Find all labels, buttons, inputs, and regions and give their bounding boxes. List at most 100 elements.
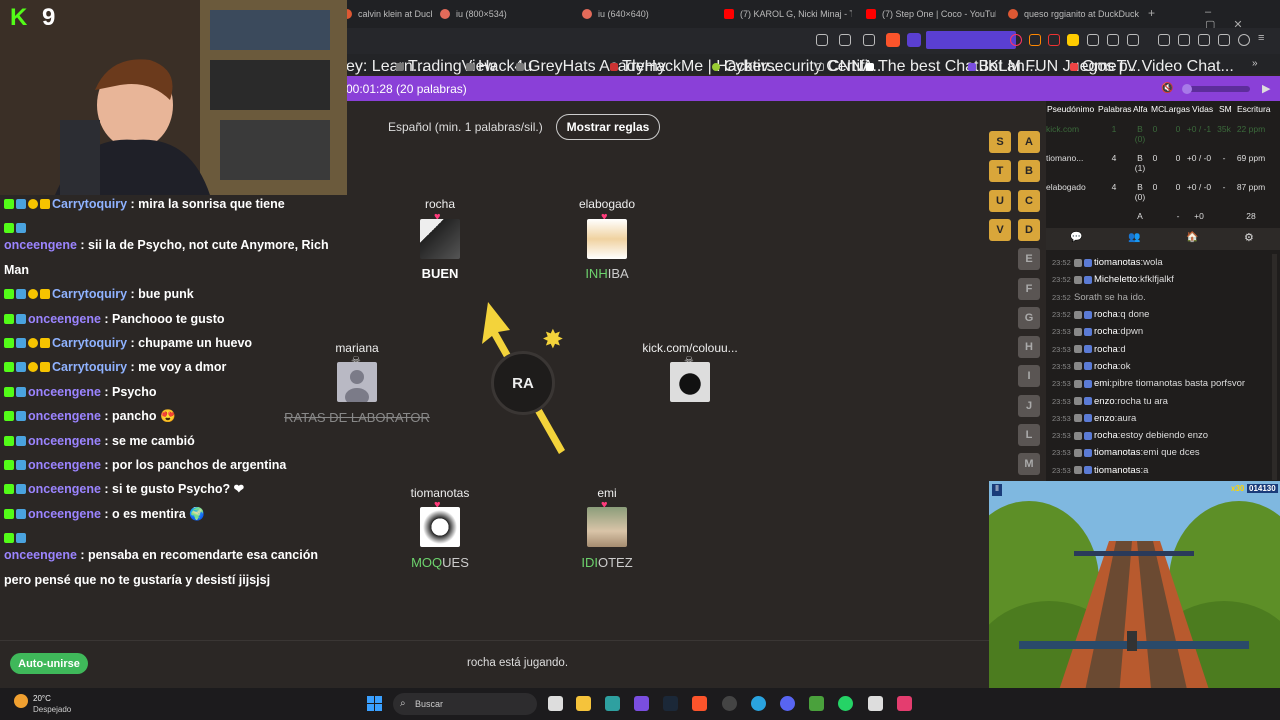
media-icon[interactable] [1158,34,1170,46]
players-tab-icon[interactable]: 👥 [1128,232,1140,243]
settings-tab-icon[interactable]: ⚙ [1244,231,1254,244]
stream-chat-user[interactable]: onceengene [4,238,77,252]
chat-user[interactable]: rocha [1094,430,1118,441]
multiplier: x30 [1231,484,1245,493]
show-rules-button[interactable]: Mostrar reglas [556,114,660,140]
bonus-letter: V [989,218,1011,241]
app-icon[interactable] [634,696,649,711]
leo-icon[interactable] [1218,34,1230,46]
player-word: INHIBA [585,266,629,281]
stream-chat-user[interactable]: Carrytoquiry [52,360,127,374]
translate-icon[interactable] [816,34,828,46]
badge-icon [1074,362,1082,371]
whatsapp-icon[interactable] [838,696,853,711]
app-icon[interactable] [722,696,737,711]
steam-icon[interactable] [663,696,678,711]
browser-tab[interactable]: (7) KAROL G, Nicki Minaj - Tusa [724,4,852,24]
extension-icon[interactable] [1067,34,1079,46]
browser-tab[interactable]: (7) Step One | Coco - YouTube [866,4,996,24]
brave-shields-icon[interactable] [886,33,900,47]
extension-icon[interactable] [1127,34,1139,46]
stream-chat-user[interactable]: onceengene [28,434,101,448]
bonus-letter: U [989,189,1011,212]
volume-slider[interactable] [1182,84,1250,94]
bookmarks-icon[interactable] [1198,34,1210,46]
chat-user[interactable]: tiomanotas [1094,257,1140,268]
stream-chat-message: onceengene : o es mentira 🌍 [4,502,354,526]
chat-user[interactable]: rocha [1094,344,1118,355]
stream-chat-user[interactable]: onceengene [4,548,77,562]
taskbar-search[interactable]: Buscar [393,693,537,715]
vpn-icon[interactable] [1238,34,1250,46]
menu-icon[interactable]: ≡ [1258,32,1270,44]
chat-scrollbar[interactable] [1272,254,1277,480]
stream-chat-user[interactable]: onceengene [28,458,101,472]
discord-icon[interactable] [780,696,795,711]
extension-icon[interactable] [1048,34,1060,46]
extension-icon[interactable] [1029,34,1041,46]
bookmark[interactable]: OmeTV Video Chat... [1070,58,1234,76]
chat-user[interactable]: enzo [1094,396,1115,407]
stream-chat-user[interactable]: onceengene [28,507,101,521]
address-bar-end[interactable] [926,31,1016,49]
chat-text: aura [1117,412,1137,424]
chat-user[interactable]: tiomanotas [1094,465,1140,476]
brave-icon[interactable] [692,696,707,711]
round-timer: 00:01:28 (20 palabras) [346,82,467,96]
extension-icon[interactable] [1087,34,1099,46]
chat-user[interactable]: rocha [1094,326,1118,337]
browser-tab[interactable]: queso rggianito at DuckDuck [1008,4,1140,24]
brave-rewards-icon[interactable] [907,33,921,47]
pause-icon[interactable]: ll [992,484,1002,496]
app-icon[interactable] [868,696,883,711]
stream-chat-user[interactable]: Carrytoquiry [52,336,127,350]
browser-tab[interactable]: iu (800×534) [440,4,570,24]
hack4u-icon [466,63,474,71]
stream-chat-user[interactable]: Carrytoquiry [52,197,127,211]
stream-chat-user[interactable]: onceengene [28,409,101,423]
share-icon[interactable] [863,34,875,46]
stream-chat-separator: : [127,360,139,375]
sidebar-icon[interactable] [1178,34,1190,46]
verified-badge-icon [16,460,26,471]
stream-chat-user[interactable]: Carrytoquiry [52,287,127,301]
stream-chat-message: onceengene : Psycho [4,380,354,404]
stream-chat-user[interactable]: onceengene [28,482,101,496]
browser-tab[interactable]: calvin klein at Duck [342,4,432,24]
volume-slider-handle[interactable] [1182,84,1192,94]
subway-scene [989,481,1280,720]
stream-chat-user[interactable]: onceengene [28,385,101,399]
chat-user[interactable]: rocha [1094,309,1118,320]
chat-message: 23:53 rocha: estoy debiendo enzo [1046,427,1270,444]
new-tab-button[interactable]: + [1148,6,1155,20]
stream-chat-separator: : [100,458,113,473]
stream-chat-separator: : [76,548,89,563]
file-explorer-icon[interactable] [576,696,591,711]
play-icon[interactable]: ▶ [1262,82,1270,95]
bookmark[interactable]: CNNA [816,58,873,76]
chat-tab-icon[interactable]: 💬 [1070,232,1082,243]
bookmarks-overflow-icon[interactable]: » [1252,58,1258,69]
stream-chat-user[interactable]: onceengene [28,312,101,326]
minecraft-icon[interactable] [809,696,824,711]
extension-icon[interactable] [1107,34,1119,46]
chat-user[interactable]: enzo [1094,413,1115,424]
task-view-icon[interactable] [548,696,563,711]
extension-icon[interactable] [1010,34,1022,46]
browser-tab[interactable]: iu (640×640) [582,4,712,24]
chat-user[interactable]: Micheletto [1094,274,1137,285]
mute-icon[interactable]: 🔇 [1161,83,1173,94]
screenshot-icon[interactable] [839,34,851,46]
chat-user[interactable]: emi [1094,378,1109,389]
app-icon[interactable] [897,696,912,711]
chat-text: d [1120,343,1126,355]
app-icon[interactable] [605,696,620,711]
chat-user[interactable]: tiomanotas [1094,447,1140,458]
scoreboard-cell: 28 [1246,211,1256,221]
room-tab-icon[interactable]: 🏠 [1186,232,1198,243]
chat-user[interactable]: rocha [1094,361,1118,372]
stream-chat-body: onceengene : pensaba en recomendarte esa… [4,543,339,592]
windows-start-icon[interactable] [367,696,382,711]
telegram-icon[interactable] [751,696,766,711]
auto-join-button[interactable]: Auto-unirse [10,653,88,674]
